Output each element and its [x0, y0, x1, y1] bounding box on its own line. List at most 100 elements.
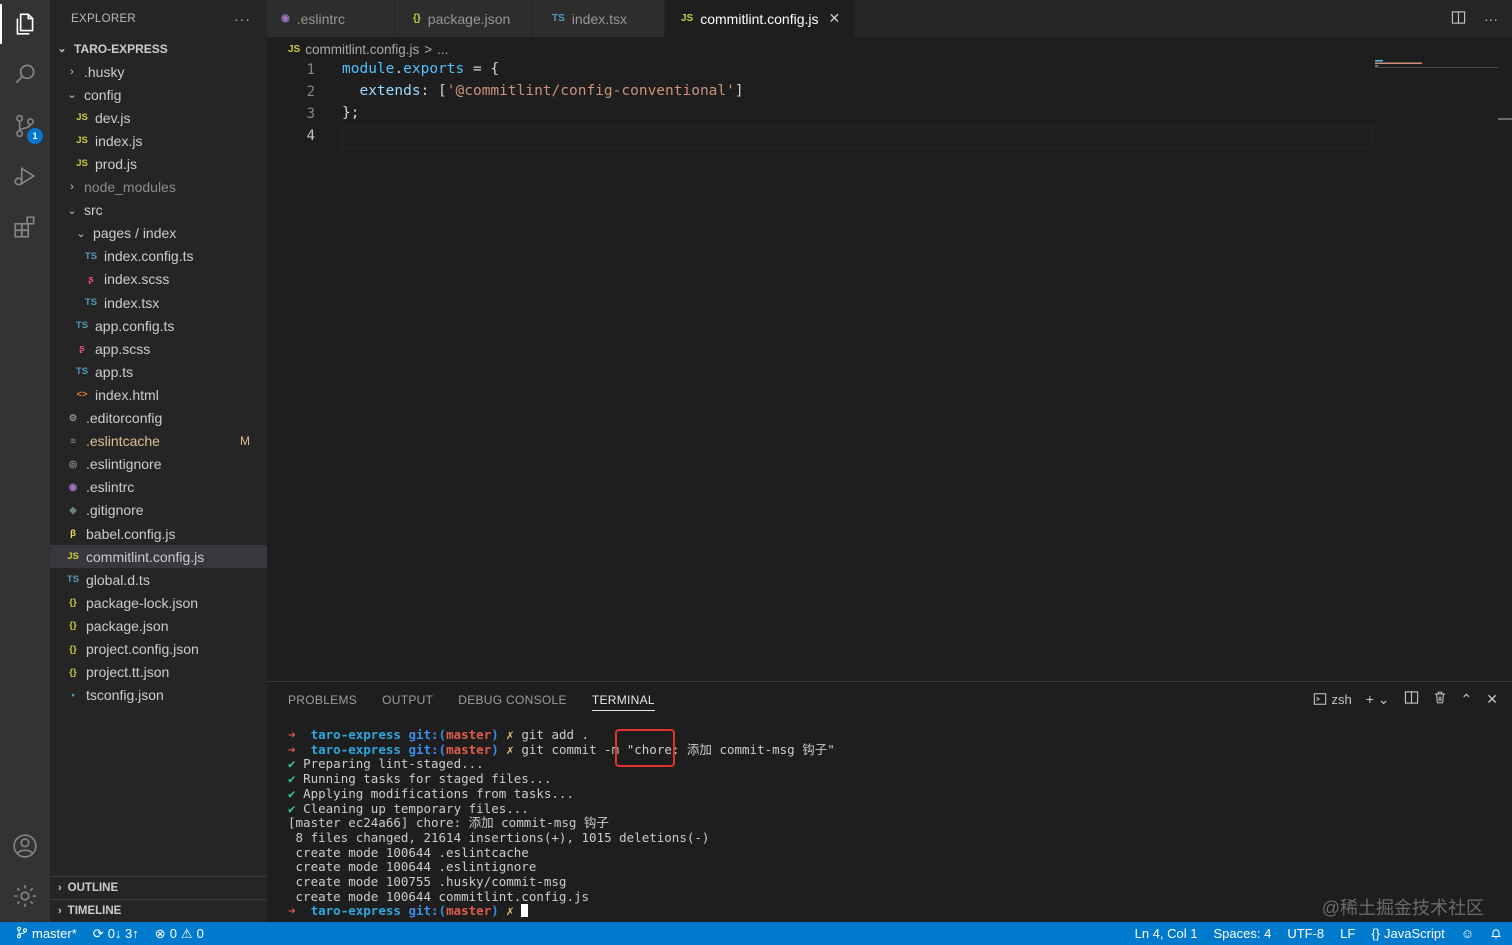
file-item[interactable]: {} package.json	[50, 614, 267, 637]
feedback-icon[interactable]: ☺	[1461, 926, 1474, 941]
encoding[interactable]: UTF-8	[1287, 926, 1324, 941]
split-terminal-icon[interactable]	[1404, 690, 1419, 708]
file-item[interactable]: TS app.ts	[50, 360, 267, 383]
tab-index-tsx[interactable]: TS index.tsx	[532, 0, 665, 37]
tree-item-label: .editorconfig	[86, 410, 163, 426]
folder-item[interactable]: ⌄ pages / index	[50, 222, 267, 245]
minimap[interactable]	[1375, 58, 1498, 68]
tree-item-label: index.js	[95, 132, 143, 149]
terminal-line: [master ec24a66] chore: 添加 commit-msg 钩子	[288, 815, 609, 831]
extensions-icon[interactable]	[9, 211, 41, 243]
file-item[interactable]: {} project.config.json	[50, 638, 267, 661]
file-item[interactable]: ʂ app.scss	[50, 337, 267, 360]
editor-tabs: ◉ .eslintrc {} package.json TS index.tsx…	[267, 0, 1512, 37]
problems-status[interactable]: ⊗ 0 ⚠ 0	[155, 926, 204, 942]
file-item[interactable]: ◉ .eslintrc	[50, 476, 267, 499]
indentation[interactable]: Spaces: 4	[1213, 926, 1271, 941]
panel-tabs: PROBLEMS OUTPUT DEBUG CONSOLE TERMINAL	[288, 693, 655, 711]
add-terminal-icon[interactable]: + ⌄	[1366, 691, 1390, 708]
code-token: module	[342, 61, 395, 77]
close-icon[interactable]: ✕	[829, 10, 841, 27]
scrollbar[interactable]	[1498, 118, 1512, 120]
timeline-section[interactable]: › TIMELINE	[50, 899, 267, 922]
file-item[interactable]: ◎ .eslintignore	[50, 453, 267, 476]
terminal-output[interactable]: ➜ taro-express git:(master) ✗ git add . …	[288, 727, 835, 919]
file-item[interactable]: TS index.tsx	[50, 291, 267, 314]
tab-output[interactable]: OUTPUT	[382, 693, 433, 711]
file-item[interactable]: ▪ tsconfig.json	[50, 684, 267, 707]
file-item[interactable]: JS prod.js	[50, 152, 267, 175]
language-mode[interactable]: {} JavaScript	[1371, 926, 1444, 941]
tab-terminal[interactable]: TERMINAL	[591, 693, 655, 711]
search-icon[interactable]	[9, 58, 41, 90]
terminal-selector[interactable]: zsh	[1313, 692, 1352, 707]
folder-item[interactable]: › node_modules	[50, 176, 267, 199]
warning-count: 0	[196, 926, 204, 941]
file-item[interactable]: ʂ index.scss	[50, 268, 267, 291]
folder-item[interactable]: ⌄ config	[50, 83, 267, 106]
bell-icon[interactable]	[1490, 927, 1502, 940]
activity-bar: 1	[0, 0, 50, 922]
file-item[interactable]: TS app.config.ts	[50, 314, 267, 337]
prompt-arrow: ➜	[288, 741, 296, 757]
terminal-line: create mode 100644 commitlint.config.js	[288, 888, 590, 904]
file-item[interactable]: JS dev.js	[50, 106, 267, 129]
code-editor[interactable]: 1 2 3 4 module.exports = { extends: ['@c…	[267, 58, 1512, 681]
end-of-line[interactable]: LF	[1340, 926, 1355, 941]
code-token: extends	[342, 83, 421, 99]
typescript-icon: TS	[75, 320, 89, 332]
tree-item-label: app.ts	[95, 363, 134, 380]
file-item[interactable]: {} package-lock.json	[50, 591, 267, 614]
source-control-icon[interactable]: 1	[9, 110, 43, 144]
project-folder[interactable]: ⌄ TARO-EXPRESS	[50, 37, 267, 60]
maximize-panel-icon[interactable]: ⌃	[1461, 691, 1473, 708]
tab-eslintrc[interactable]: ◉ .eslintrc	[267, 0, 395, 37]
file-item[interactable]: β babel.config.js	[50, 522, 267, 545]
file-item[interactable]: TS index.config.ts	[50, 245, 267, 268]
folder-item[interactable]: ⌄ src	[50, 199, 267, 222]
tab-debug-console[interactable]: DEBUG CONSOLE	[458, 693, 567, 711]
file-item[interactable]: ◆ .gitignore	[50, 499, 267, 522]
tree-item-label: tsconfig.json	[86, 687, 164, 704]
explorer-header: EXPLORER ···	[50, 0, 267, 37]
sync-status[interactable]: ⟳ 0↓ 3↑	[93, 926, 139, 942]
file-item[interactable]: ⚙ .editorconfig	[50, 407, 267, 430]
trash-icon[interactable]	[1433, 690, 1447, 708]
file-item[interactable]: <> index.html	[50, 383, 267, 406]
tree-item-label: project.tt.json	[86, 664, 170, 681]
outline-section[interactable]: › OUTLINE	[50, 876, 267, 899]
git-icon: ◆	[69, 504, 77, 516]
file-item[interactable]: JS index.js	[50, 129, 267, 152]
breadcrumb-symbol[interactable]: ...	[437, 42, 448, 57]
terminal-line: Cleaning up temporary files...	[303, 800, 529, 816]
chevron-down-icon: ⌄	[67, 89, 77, 102]
file-item[interactable]: {} project.tt.json	[50, 661, 267, 684]
more-actions-icon[interactable]: ···	[1484, 11, 1498, 27]
file-item[interactable]: ≡ .eslintcache M	[50, 430, 267, 453]
check-icon: ✔	[288, 800, 296, 816]
more-actions-icon[interactable]: ···	[234, 11, 251, 27]
warning-icon: ⚠	[180, 925, 193, 941]
prompt-dir: taro-express	[310, 741, 401, 757]
breadcrumb-file[interactable]: commitlint.config.js	[305, 42, 419, 57]
account-icon[interactable]	[9, 830, 41, 862]
branch-status[interactable]: master*	[16, 926, 77, 942]
close-panel-icon[interactable]: ✕	[1486, 691, 1498, 708]
settings-gear-icon[interactable]	[9, 880, 41, 912]
split-editor-icon[interactable]	[1451, 10, 1466, 28]
code-line-3: };	[342, 105, 360, 121]
folder-item[interactable]: › .husky	[50, 60, 267, 83]
run-debug-icon[interactable]	[9, 160, 41, 192]
file-item[interactable]: JS commitlint.config.js	[50, 545, 267, 569]
tab-actions: ···	[1451, 0, 1498, 37]
tab-package-json[interactable]: {} package.json	[395, 0, 532, 37]
json-icon: {}	[69, 597, 77, 609]
sass-icon: ʂ	[88, 273, 94, 285]
eslint-icon: ◉	[281, 13, 290, 24]
explorer-icon[interactable]	[9, 8, 41, 40]
tab-problems[interactable]: PROBLEMS	[288, 693, 357, 711]
cursor-position[interactable]: Ln 4, Col 1	[1135, 926, 1198, 941]
tab-commitlint-config[interactable]: JS commitlint.config.js ✕	[665, 0, 856, 37]
file-item[interactable]: TS global.d.ts	[50, 568, 267, 591]
prompt-arrow: ➜	[288, 903, 296, 919]
